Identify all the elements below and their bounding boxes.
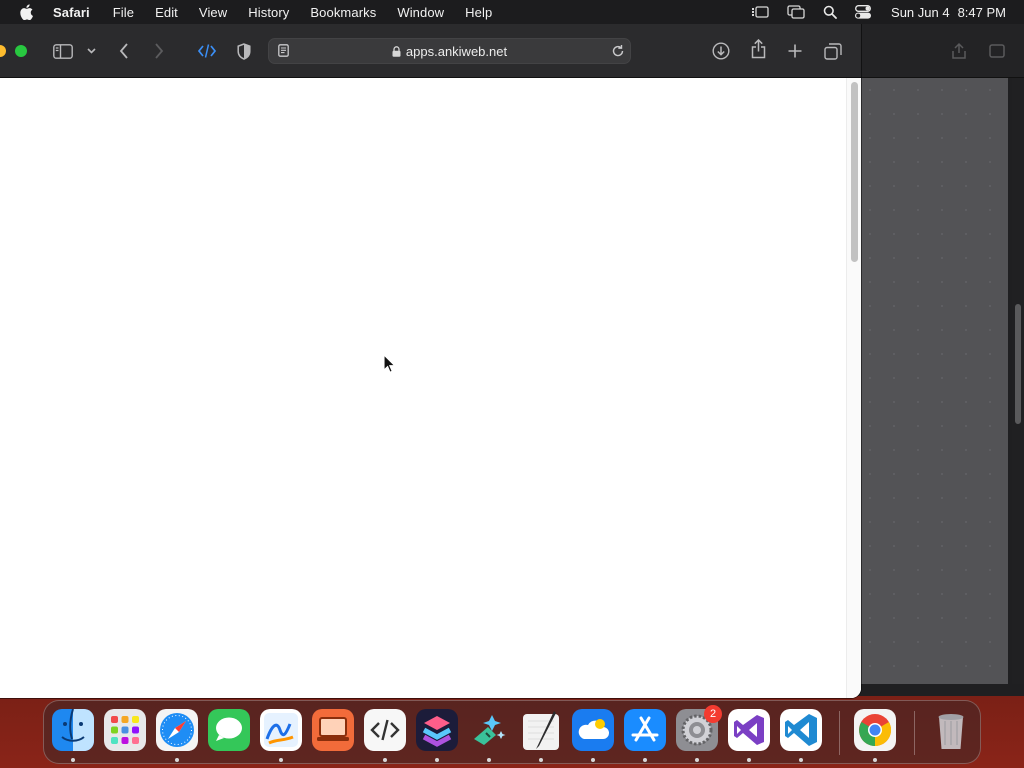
background-window-titlebar: [858, 24, 1024, 78]
visual-studio-icon: [728, 709, 770, 751]
running-indicator: [747, 758, 751, 762]
dock-freeform[interactable]: [260, 709, 302, 751]
forward-icon[interactable]: [151, 41, 167, 61]
running-indicator: [279, 758, 283, 762]
dock-messages[interactable]: [208, 709, 250, 751]
dock-visual-studio[interactable]: [728, 709, 770, 751]
dock-chrome[interactable]: [854, 709, 896, 751]
downloads-icon[interactable]: [711, 41, 731, 61]
running-indicator: [383, 758, 387, 762]
running-indicator: [175, 758, 179, 762]
messages-icon: [208, 709, 250, 751]
tab-overview-icon[interactable]: [823, 41, 843, 61]
web-content-area[interactable]: [0, 78, 861, 698]
address-bar[interactable]: apps.ankiweb.net: [268, 38, 631, 64]
menu-help[interactable]: Help: [465, 5, 492, 20]
privacy-shield-icon[interactable]: [235, 41, 253, 61]
apple-menu-icon[interactable]: [19, 4, 35, 20]
dock-separator: [914, 711, 915, 755]
menu-bookmarks[interactable]: Bookmarks: [310, 5, 376, 20]
dock-shortcuts[interactable]: [416, 709, 458, 751]
share-icon: [952, 42, 966, 59]
dock-icloud[interactable]: [572, 709, 614, 751]
back-icon[interactable]: [116, 41, 132, 61]
dock-launchpad[interactable]: [104, 709, 146, 751]
freeform-icon: [260, 709, 302, 751]
menu-time: 8:47 PM: [957, 4, 1006, 20]
app-store-icon: [624, 709, 666, 751]
script-editor-icon: [364, 709, 406, 751]
url-text: apps.ankiweb.net: [405, 44, 508, 59]
window-icon: [989, 44, 1005, 58]
menu-date: Sun Jun 4: [891, 4, 950, 20]
stage-manager-icon[interactable]: [751, 5, 769, 19]
dock-app-store[interactable]: [624, 709, 666, 751]
background-window-scrollbar[interactable]: [1012, 78, 1024, 684]
running-indicator: [799, 758, 803, 762]
spotlight-icon[interactable]: [823, 5, 837, 19]
launchpad-icon: [104, 709, 146, 751]
running-indicator: [487, 758, 491, 762]
dock-cleaner[interactable]: [468, 709, 510, 751]
shortcuts-icon: [416, 709, 458, 751]
screen-mirroring-icon[interactable]: [787, 5, 805, 19]
background-window[interactable]: [858, 24, 1024, 696]
pen-app-icon: [523, 711, 559, 750]
lock-icon: [392, 45, 401, 60]
running-indicator: [591, 758, 595, 762]
trash-icon: [938, 714, 964, 749]
icloud-icon: [572, 709, 614, 751]
dock: [43, 700, 981, 764]
safari-window[interactable]: apps.ankiweb.net: [0, 24, 861, 698]
reload-icon[interactable]: [611, 44, 625, 63]
minimize-button[interactable]: [0, 45, 6, 57]
running-indicator: [539, 758, 543, 762]
vscode-icon: [780, 709, 822, 751]
running-indicator: [873, 758, 877, 762]
menu-clock[interactable]: Sun Jun 4 8:47 PM: [891, 5, 1006, 20]
menu-bar: Safari File Edit View History Bookmarks …: [0, 0, 1024, 24]
dock-separator: [839, 711, 840, 755]
screen-sharing-icon: [312, 709, 354, 751]
new-tab-icon[interactable]: [786, 41, 804, 61]
chrome-icon: [854, 709, 896, 751]
chevron-down-icon[interactable]: [85, 41, 97, 61]
running-indicator: [435, 758, 439, 762]
control-center-icon[interactable]: [855, 5, 872, 19]
page-scrollbar[interactable]: [846, 78, 861, 698]
menu-window[interactable]: Window: [397, 5, 444, 20]
dock-safari[interactable]: [156, 709, 198, 751]
sidebar-icon[interactable]: [52, 41, 74, 61]
dock-pen-app[interactable]: [520, 709, 562, 751]
settings-notification-badge: 2: [704, 705, 722, 723]
scrollbar-thumb[interactable]: [851, 82, 858, 262]
dock-finder[interactable]: [52, 709, 94, 751]
dock-vscode[interactable]: [780, 709, 822, 751]
dock-script-editor[interactable]: [364, 709, 406, 751]
safari-toolbar: apps.ankiweb.net: [0, 24, 861, 78]
develop-icon[interactable]: [197, 41, 217, 61]
menu-edit[interactable]: Edit: [155, 5, 178, 20]
running-indicator: [695, 758, 699, 762]
menu-app-name[interactable]: Safari: [53, 5, 90, 20]
running-indicator: [71, 758, 75, 762]
zoom-button[interactable]: [15, 45, 27, 57]
running-indicator: [643, 758, 647, 762]
dock-screen-sharing[interactable]: [312, 709, 354, 751]
menu-history[interactable]: History: [248, 5, 289, 20]
menu-view[interactable]: View: [199, 5, 227, 20]
dotted-canvas: [858, 78, 1008, 684]
mouse-cursor-icon: [383, 353, 397, 378]
dock-trash[interactable]: [930, 709, 972, 751]
share-icon[interactable]: [749, 39, 767, 59]
finder-icon: [52, 709, 94, 751]
menu-file[interactable]: File: [113, 5, 134, 20]
url-display[interactable]: apps.ankiweb.net: [269, 44, 630, 60]
safari-icon: [156, 709, 198, 751]
cleaner-icon: [474, 715, 506, 745]
